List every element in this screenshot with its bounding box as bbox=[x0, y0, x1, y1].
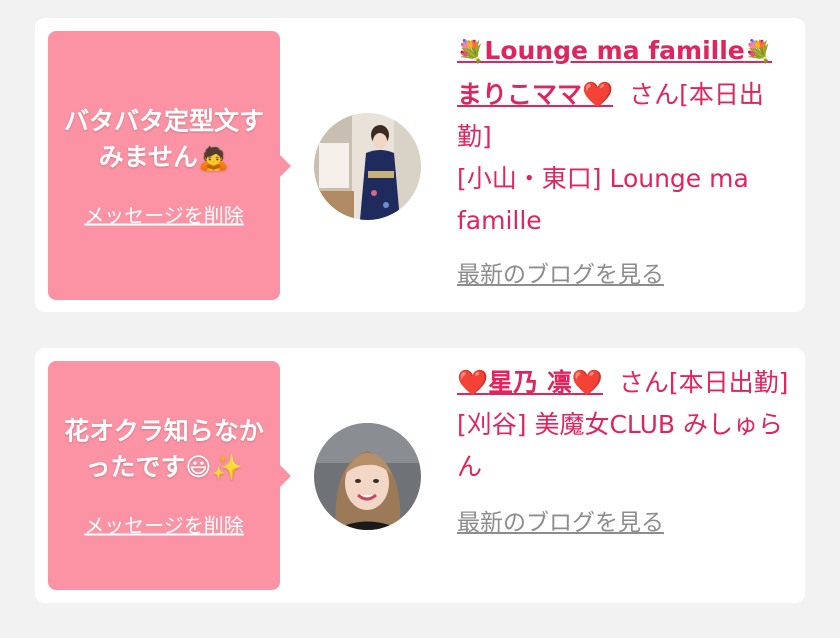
bouquet-icon: 💐 bbox=[744, 40, 773, 65]
bouquet-icon: 💐 bbox=[457, 40, 485, 65]
member-name: まりこママ bbox=[457, 80, 583, 109]
work-status: [本日出勤] bbox=[668, 368, 789, 397]
heart-icon: ❤️ bbox=[582, 80, 614, 109]
message-card: 花オクラ知らなかったです😃✨ メッセージを削除 ❤️星乃 凛❤️ さん[本日出勤… bbox=[35, 348, 805, 603]
latest-blog-link[interactable]: 最新のブログを見る bbox=[457, 502, 664, 544]
message-bubble: 花オクラ知らなかったです😃✨ メッセージを削除 bbox=[48, 361, 291, 590]
avatar-photo bbox=[314, 423, 421, 530]
shop-area: [刈谷] 美魔女CLUB みしゅらん bbox=[457, 410, 783, 481]
avatar[interactable] bbox=[314, 113, 421, 220]
heart-icon: ❤️ bbox=[571, 368, 603, 397]
message-bubble: バタバタ定型文すみません🙇 メッセージを削除 bbox=[48, 31, 291, 300]
shop-name-title: Lounge ma famille bbox=[484, 36, 745, 65]
honorific: さん bbox=[618, 368, 669, 397]
shop-area: [小山・東口] Lounge ma famille bbox=[457, 164, 749, 235]
member-name-link[interactable]: ❤️星乃 凛❤️ bbox=[457, 368, 603, 397]
heart-icon: ❤️ bbox=[457, 368, 489, 397]
avatar[interactable] bbox=[314, 423, 421, 530]
message-text: 花オクラ知らなかったです😃✨ bbox=[64, 416, 264, 481]
avatar-photo bbox=[314, 113, 421, 220]
delete-message-link[interactable]: メッセージを削除 bbox=[84, 199, 244, 228]
member-name: 星乃 凛 bbox=[488, 368, 572, 397]
message-card: バタバタ定型文すみません🙇 メッセージを削除 💐Lounge ma famill… bbox=[35, 18, 805, 312]
member-info: ❤️星乃 凛❤️ さん[本日出勤] [刈谷] 美魔女CLUB みしゅらん 最新の… bbox=[457, 362, 795, 544]
member-info: 💐Lounge ma famille💐 まりこママ❤️ さん[本日出勤] [小山・… bbox=[457, 30, 795, 296]
delete-message-link[interactable]: メッセージを削除 bbox=[84, 509, 244, 538]
honorific: さん bbox=[629, 80, 680, 109]
latest-blog-link[interactable]: 最新のブログを見る bbox=[457, 254, 664, 296]
message-text: バタバタ定型文すみません🙇 bbox=[63, 106, 264, 171]
